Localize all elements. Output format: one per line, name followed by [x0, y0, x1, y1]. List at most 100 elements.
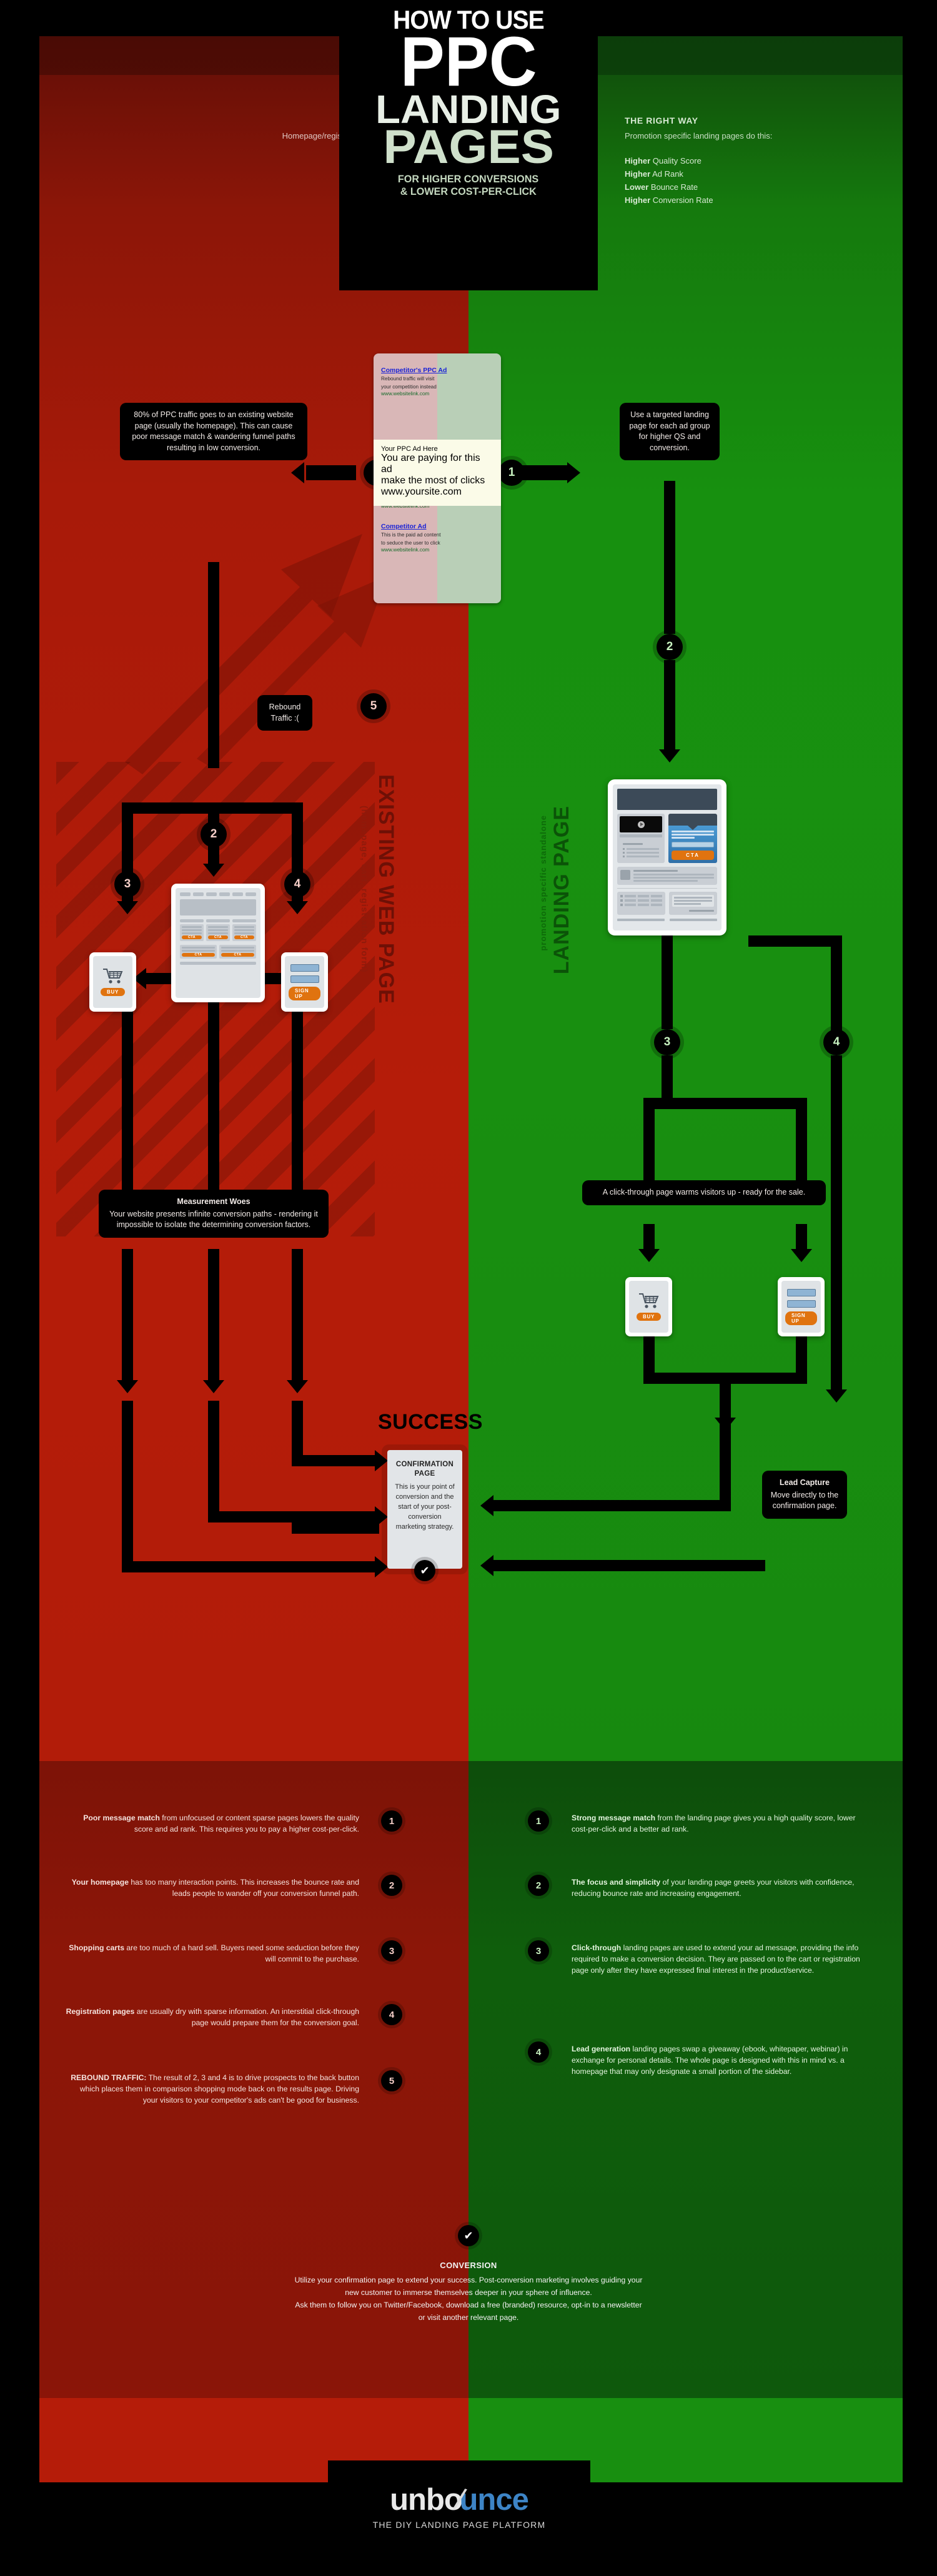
- title-pages: PAGES: [383, 121, 554, 174]
- mockup-columns: CTA CTA CTA: [180, 919, 256, 941]
- lp-lead-form[interactable]: CTA: [668, 814, 717, 863]
- cta-pill[interactable]: CTA: [208, 935, 228, 939]
- right-way-header: THE RIGHT WAY Promotion specific landing…: [625, 116, 903, 207]
- green-below-ct-right: [796, 1224, 807, 1252]
- video-play-icon[interactable]: [620, 816, 662, 832]
- mockup-lower-columns: CTA CTA: [180, 945, 256, 959]
- explanation-number-1: 1: [528, 1810, 549, 1832]
- green-below-ct-left: [643, 1224, 655, 1252]
- confirmation-body: This is your point of conversion and the…: [395, 1483, 455, 1531]
- green-split-right: [796, 1098, 807, 1137]
- cart-card-green: BUY: [625, 1277, 672, 1336]
- signup-button[interactable]: SIGN UP: [289, 986, 320, 1000]
- green-trunk-vertical-2: [664, 660, 675, 754]
- green-arrowhead-cart: [638, 1249, 660, 1262]
- green-to-conf-arrow: [480, 1495, 493, 1516]
- conversion-line-2: new customer to immerse themselves deepe…: [345, 2288, 592, 2297]
- lp-bullets: [620, 840, 662, 861]
- conversion-title: CONVERSION: [440, 2261, 497, 2270]
- signup-button[interactable]: SIGN UP: [785, 1311, 817, 1325]
- explanation-number-2: 2: [381, 1875, 402, 1896]
- form-field-2[interactable]: [290, 975, 319, 983]
- clickthrough-box: A click-through page warms visitors up -…: [582, 1180, 826, 1205]
- explanation-emphasis: REBOUND TRAFFIC:: [71, 2073, 147, 2082]
- buy-button[interactable]: BUY: [101, 988, 125, 996]
- conversion-check-icon: ✔: [458, 2225, 479, 2246]
- header-point: Lower Bounce Rate: [625, 180, 903, 194]
- red-center-below-box: [208, 1249, 219, 1383]
- signup-card-green: SIGN UP: [778, 1277, 825, 1336]
- green-to-conf-bar: [493, 1500, 731, 1511]
- ad-title[interactable]: Your PPC Ad Here: [381, 445, 493, 453]
- red-elbow-h-2: [208, 1511, 379, 1522]
- ad-line-2: to seduce the user to click: [381, 540, 440, 546]
- explanation-text: has too many interaction points. This in…: [128, 1878, 359, 1898]
- form-field-1[interactable]: [290, 964, 319, 972]
- explanation-item: Shopping carts are too much of a hard se…: [66, 1942, 359, 1965]
- ad-url[interactable]: www.websitelink.com: [381, 390, 493, 397]
- cta-pill[interactable]: CTA: [221, 953, 254, 957]
- green-merge-arrowhead: [715, 1418, 736, 1431]
- form-field-1[interactable]: [786, 1288, 816, 1296]
- logo-tagline: THE DIY LANDING PAGE PLATFORM: [372, 2520, 546, 2530]
- signup-card-red: SIGN UP: [281, 952, 328, 1012]
- cta-pill[interactable]: CTA: [234, 935, 254, 939]
- explanation-emphasis: Strong message match: [572, 1814, 656, 1822]
- cart-card-body: BUY: [93, 956, 132, 1008]
- explanation-number-1: 1: [381, 1810, 402, 1832]
- red-center-arrowhead: [203, 1380, 224, 1393]
- green-merge-left: [643, 1336, 655, 1375]
- green-arrowhead-down: [659, 749, 680, 762]
- green-into-ct-right: [796, 1137, 807, 1182]
- explanation-item: Your homepage has too many interaction p…: [66, 1877, 359, 1899]
- competitor-ad-bottom[interactable]: Competitor Ad This is the paid ad conten…: [374, 518, 501, 553]
- cta-pill[interactable]: CTA: [182, 953, 215, 957]
- red-elbow-h-1: [292, 1522, 379, 1534]
- explanation-item: Lead generation landing pages swap a giv…: [572, 2043, 865, 2077]
- right-intro-box: Use a targeted landing page for each ad …: [620, 403, 720, 460]
- red-right-below-box: [292, 1249, 303, 1383]
- green-lead-to-conf-bar: [493, 1560, 765, 1571]
- explanation-number-3: 3: [381, 1940, 402, 1962]
- buy-button[interactable]: BUY: [637, 1313, 661, 1321]
- red-left-arrowhead: [117, 1380, 138, 1393]
- lp-form-input[interactable]: [672, 841, 714, 847]
- existing-webpage-mockup: CTA CTA CTA CTA CTA: [171, 884, 265, 1002]
- lp-wide-block: [617, 867, 717, 885]
- red-elbow-h-3: [122, 1561, 379, 1572]
- competitor-ad-top[interactable]: Competitor's PPC Ad Rebound traffic will…: [374, 362, 501, 397]
- explanation-text: from unfocused or content sparse pages l…: [134, 1814, 359, 1833]
- form-field-2[interactable]: [786, 1300, 816, 1308]
- arrow-head-right: [567, 462, 580, 483]
- lp-content-col: [617, 814, 665, 863]
- ad-title[interactable]: Competitor's PPC Ad: [381, 367, 493, 375]
- measurement-woes-body: Your website presents infinite conversio…: [109, 1209, 318, 1230]
- red-trunk-vertical: [208, 562, 219, 768]
- red-elbow-v-2: [208, 1401, 219, 1522]
- confirmation-page-card: CONFIRMATION PAGE This is your point of …: [387, 1450, 462, 1569]
- existing-webpage-sublabel: (homepage, cart, registration form): [360, 806, 370, 973]
- landing-page-mockup: CTA: [608, 779, 726, 935]
- step-dot-1-right: 1: [498, 460, 525, 486]
- green-trunk-vertical: [664, 481, 675, 634]
- shopping-cart-icon: [638, 1293, 658, 1308]
- rebound-traffic-box: Rebound Traffic :(: [257, 695, 312, 731]
- explanation-item: REBOUND TRAFFIC: The result of 2, 3 and …: [66, 2072, 359, 2106]
- ad-title[interactable]: Competitor Ad: [381, 523, 493, 531]
- green-lead-vertical: [831, 935, 842, 1035]
- ad-url[interactable]: www.websitelink.com: [381, 546, 493, 553]
- measurement-woes-title: Measurement Woes: [177, 1197, 250, 1206]
- your-ppc-ad[interactable]: Your PPC Ad Here You are paying for this…: [374, 440, 501, 506]
- cta-pill[interactable]: CTA: [182, 935, 202, 939]
- infographic-root: THE WRONG WAY Homepage/registration/cart…: [0, 0, 937, 2576]
- explanation-emphasis: The focus and simplicity: [572, 1878, 661, 1887]
- lp-cta-button[interactable]: CTA: [672, 850, 714, 860]
- cart-card-red: BUY: [89, 952, 136, 1012]
- mockup-body: CTA CTA CTA CTA CTA: [176, 888, 260, 998]
- header-point-emphasis: Higher: [625, 195, 651, 205]
- ad-url[interactable]: www.yoursite.com: [381, 486, 493, 498]
- lead-capture-title: Lead Capture: [780, 1478, 830, 1487]
- explanation-emphasis: Your homepage: [71, 1878, 129, 1887]
- arrow-head-left: [291, 462, 304, 483]
- unbounce-wordmark: unbo/unce: [390, 2482, 529, 2517]
